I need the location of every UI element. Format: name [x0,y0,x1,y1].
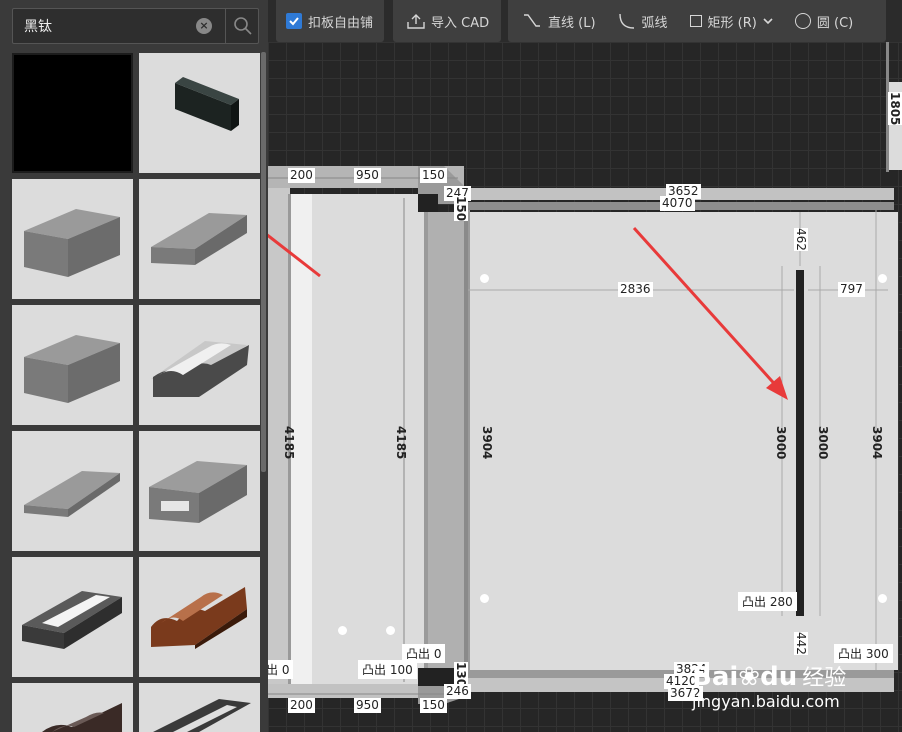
anchor-dot[interactable] [480,274,489,283]
search-box: × [12,8,259,44]
search-input[interactable] [13,9,225,43]
material-tile[interactable] [139,305,260,425]
material-tile[interactable] [12,305,133,425]
dimension-label: 3000 [774,426,788,460]
panel-scrollbar[interactable] [261,52,266,472]
dimension-label: 950 [354,168,381,183]
import-cad-group: 导入 CAD [393,0,501,42]
dark-slab-thumbnail [175,77,239,131]
circle-tool-button[interactable]: 圆 (C) [794,0,854,42]
circle-icon [794,13,811,29]
import-cad-label: 导入 CAD [431,15,490,31]
arc-label: 弧线 [641,15,668,31]
dimension-label: 4185 [394,426,408,460]
upload-icon [407,14,425,29]
watermark-url: jingyan.baidu.com [692,692,840,711]
import-cad-button[interactable]: 导入 CAD [407,0,489,42]
material-tile[interactable] [139,683,260,732]
dimension-label: 246 [444,684,471,699]
anchor-dot[interactable] [386,626,395,635]
protrude-label[interactable]: 出 0 [268,660,294,679]
anchor-dot[interactable] [878,594,887,603]
dimension-label: 1805 [888,92,902,126]
dimension-label: 4070 [660,196,695,211]
watermark-brand: Bai [692,662,739,692]
dimension-label: 950 [354,698,381,713]
anchor-dot[interactable] [878,274,887,283]
material-tile[interactable] [12,557,133,677]
clear-icon[interactable]: × [196,18,212,34]
material-tile[interactable] [12,53,133,173]
checkbox-checked-icon [286,13,302,29]
gray-block-thumbnail [24,335,120,403]
dimension-label: 2836 [618,282,653,297]
dimension-label: 462 [794,228,808,251]
chevron-down-icon[interactable] [763,17,773,25]
line-tool-button[interactable]: 直线 (L) [522,0,596,42]
circle-label: 圆 (C) [816,15,854,31]
material-tile[interactable] [139,431,260,551]
dimension-label: 3904 [480,426,494,460]
material-tile[interactable] [12,431,133,551]
dimension-label: 150 [420,698,447,713]
material-tile[interactable] [139,557,260,677]
wood-molding-thumbnail [151,587,247,649]
free-tiling-toggle[interactable]: 扣板自由铺 [286,0,373,42]
dimension-label: 3000 [816,426,830,460]
dimension-label: 4185 [282,426,296,460]
anchor-dot[interactable] [480,594,489,603]
dimension-label: 200 [288,168,315,183]
dimension-label: 3904 [870,426,884,460]
baidu-watermark: Bai❀du 经验 [692,660,846,692]
dimension-label: 797 [838,282,865,297]
free-tiling-group: 扣板自由铺 [276,0,384,42]
line-icon [524,14,540,27]
draw-tools-group: 直线 (L) 弧线 矩形 (R) 圆 (C) [508,0,886,42]
line-label: 直线 (L) [548,15,596,31]
gray-block-thumbnail [24,209,120,277]
arc-icon [618,13,634,29]
watermark-brand-cn: 经验 [802,666,847,691]
rectangle-label: 矩形 (R) [707,15,757,31]
material-tile[interactable] [12,179,133,299]
search-icon [233,17,252,35]
protrude-label[interactable]: 凸出 0 [402,644,446,663]
material-tile[interactable] [12,683,133,732]
anchor-dot[interactable] [338,626,347,635]
dimension-label: 150 [454,196,468,222]
arc-tool-button[interactable]: 弧线 [618,0,668,42]
gray-wedge-thumbnail [151,213,247,265]
material-tile[interactable] [139,53,260,173]
floor-plan [268,42,902,704]
protrude-label[interactable]: 凸出 280 [738,592,797,611]
dimension-label: 150 [420,168,447,183]
watermark-brand2: du [760,662,798,692]
dark-strip-thumbnail [153,699,251,732]
dimension-label: 442 [794,632,808,655]
gray-slab-thumbnail [24,471,120,517]
material-tile[interactable] [139,179,260,299]
free-tiling-label: 扣板自由铺 [308,15,374,31]
paw-icon: ❀ [738,662,761,692]
rectangle-icon [689,15,702,27]
dark-molding-thumbnail [42,703,122,732]
molding-thumbnail [151,341,249,397]
search-button[interactable] [225,9,259,43]
grooved-strip-thumbnail [22,591,122,649]
design-canvas[interactable]: 200 950 150 247 150 3652 4070 1805 462 2… [268,42,902,732]
channel-thumbnail [149,461,247,523]
rectangle-tool-button[interactable]: 矩形 (R) [689,0,773,42]
material-panel: × [0,0,268,732]
dimension-label: 200 [288,698,315,713]
